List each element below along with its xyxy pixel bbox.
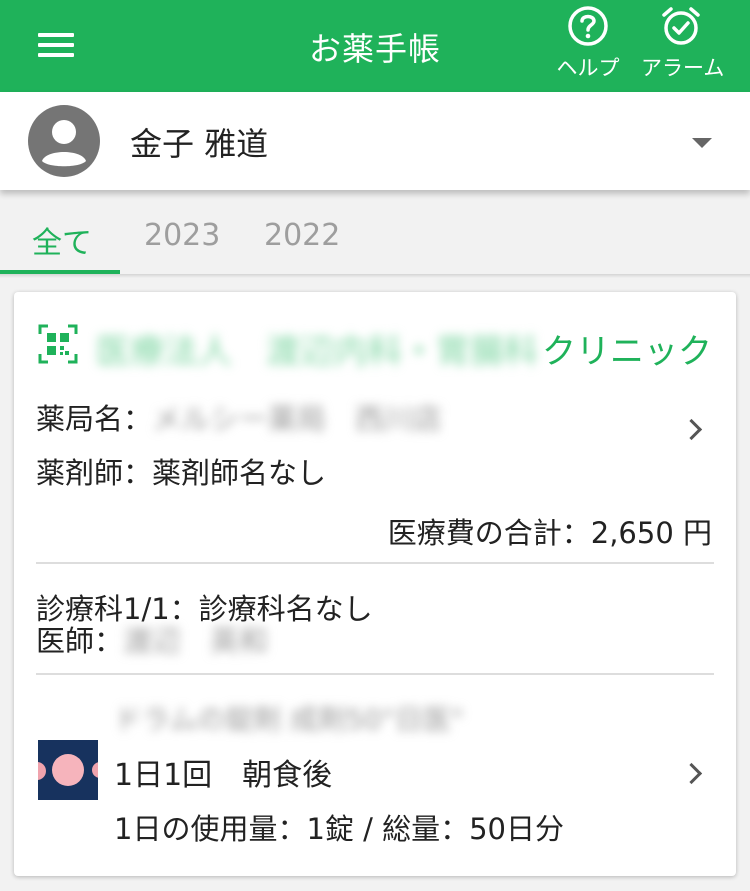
drug-image — [38, 740, 98, 800]
drug-name: ドラムの錠剤 成剤50"日医" — [114, 698, 463, 738]
qr-code-icon — [38, 324, 78, 364]
account-name: 金子 雅道 — [130, 125, 269, 163]
clinic-name-redacted: 医療法人 渡辺内科・胃腸科 — [96, 332, 538, 372]
alarm-icon — [662, 7, 700, 45]
account-selector[interactable]: 金子 雅道 — [0, 92, 750, 190]
help-button[interactable]: ヘルプ — [548, 4, 628, 82]
pharmacy-row: 薬局名：メルシー薬局 西川店 — [36, 396, 442, 438]
app-title: お薬手帳 — [308, 30, 441, 68]
doctor-label: 医師： — [36, 624, 124, 658]
help-label: ヘルプ — [556, 56, 620, 80]
app-bar: お薬手帳 ヘルプ アラーム — [0, 0, 750, 92]
clinic-name-suffix: クリニック — [542, 332, 712, 372]
dosage-timing: 1日1回 朝食後 — [114, 758, 333, 793]
alarm-button[interactable]: アラーム — [641, 4, 725, 82]
doctor-row: 医師：渡辺 英和 — [36, 618, 268, 660]
chevron-right-icon[interactable] — [680, 762, 703, 785]
tab-2023[interactable]: 2023 — [144, 218, 220, 253]
divider — [36, 673, 714, 675]
pharmacy-label: 薬局名： — [36, 402, 153, 436]
drug-name-redacted: ドラムの錠剤 成剤50"日医" — [114, 703, 464, 736]
usage-amount: 1日の使用量：1錠 / 総量：50日分 — [114, 812, 565, 846]
tab-all[interactable]: 全て — [32, 218, 92, 262]
pharmacy-name-redacted: メルシー薬局 西川店 — [152, 402, 443, 436]
chevron-right-icon[interactable] — [680, 418, 703, 441]
alarm-label: アラーム — [641, 56, 725, 80]
medical-cost-total: 医療費の合計：2,650 円 — [387, 516, 712, 550]
help-icon — [568, 6, 608, 46]
tabs-shadow — [0, 274, 750, 278]
tab-2022[interactable]: 2022 — [264, 218, 340, 253]
dropdown-caret-icon[interactable] — [692, 138, 712, 148]
avatar-icon — [28, 105, 100, 177]
pharmacist-row: 薬剤師：薬剤師名なし — [36, 456, 327, 490]
clinic-name: 医療法人 渡辺内科・胃腸科 クリニック — [96, 324, 712, 373]
year-tabs: 全て 2023 2022 — [0, 204, 750, 274]
prescription-record-card[interactable]: 医療法人 渡辺内科・胃腸科 クリニック 薬局名：メルシー薬局 西川店 薬剤師：薬剤… — [14, 292, 736, 876]
divider — [36, 562, 714, 564]
doctor-name-redacted: 渡辺 英和 — [123, 624, 269, 658]
